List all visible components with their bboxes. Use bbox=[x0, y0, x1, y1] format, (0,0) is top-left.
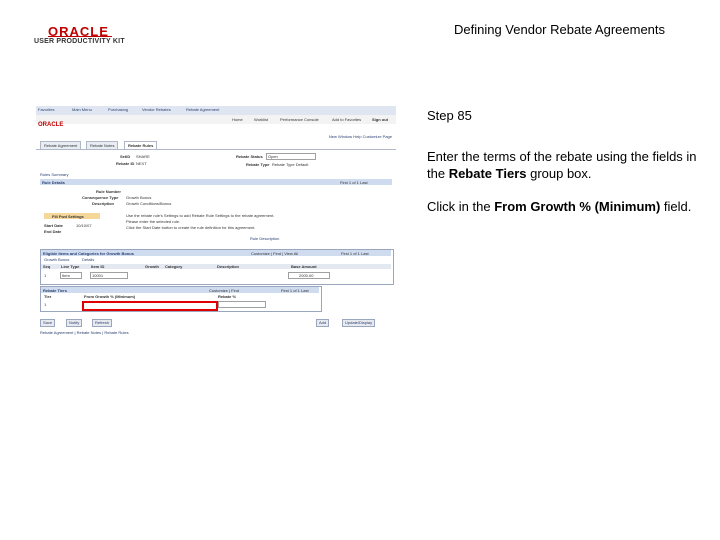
application-screenshot: Favorites Main Menu Purchasing Vendor Re… bbox=[36, 106, 396, 346]
nav-purchasing[interactable]: Purchasing bbox=[108, 107, 128, 112]
logo-divider bbox=[48, 36, 112, 37]
rebate-pct-input[interactable] bbox=[218, 301, 266, 308]
row-seq: 1 bbox=[44, 273, 47, 278]
app-logo: ORACLE bbox=[38, 122, 64, 128]
col-line-type: Line Type bbox=[61, 264, 80, 269]
document-title: Defining Vendor Rebate Agreements bbox=[454, 22, 666, 37]
rebate-tiers-find[interactable]: Customize | Find bbox=[209, 288, 239, 293]
rebate-tiers-title-bar: Rebate Tiers Customize | Find First 1 of… bbox=[41, 287, 319, 293]
rules-summary-link[interactable]: Rules Summary bbox=[40, 172, 68, 177]
start-date-value: 10/10/07 bbox=[76, 223, 92, 228]
row-item-id-input[interactable]: 10001 bbox=[90, 272, 128, 279]
update-display-button[interactable]: Update/Display bbox=[342, 319, 376, 327]
rule-details-bar: Rule Details First 1 of 1 Last bbox=[40, 179, 392, 185]
link-sign-out[interactable]: Sign out bbox=[372, 117, 388, 122]
eligible-items-find[interactable]: Customize | Find | View All bbox=[251, 251, 298, 256]
setid-value: SHARE bbox=[136, 154, 150, 159]
consequence-label: Consequence Type bbox=[82, 195, 119, 200]
step-number: Step 85 bbox=[427, 108, 472, 123]
save-button[interactable]: Save bbox=[40, 319, 56, 327]
rebate-status-select[interactable]: Open bbox=[266, 153, 316, 160]
description-value: Growth Conditions/Bonus bbox=[126, 201, 172, 206]
nav-favorites[interactable]: Favorites bbox=[38, 107, 54, 112]
end-date-label: End Date bbox=[44, 229, 62, 234]
rule-details-pager[interactable]: First 1 of 1 Last bbox=[340, 180, 368, 185]
description-label: Description bbox=[92, 201, 115, 206]
refresh-button[interactable]: Refresh bbox=[92, 319, 113, 327]
eligible-items-title-bar: Eligible Items and Categories for Growth… bbox=[41, 250, 391, 256]
start-date-label: Start Date bbox=[44, 223, 63, 228]
logo-product: USER PRODUCTIVITY KIT bbox=[34, 38, 125, 45]
tab-divider bbox=[36, 149, 396, 150]
instruction-paragraph-2: Click in the From Growth % (Minimum) fie… bbox=[427, 199, 692, 214]
row-base-amount-input[interactable]: 2000.00 bbox=[288, 272, 330, 279]
col-base-amount: Base Amount bbox=[291, 264, 317, 269]
rule-note-1: Use the rebate rule's Settings to add Re… bbox=[126, 213, 275, 218]
col-growth: Growth bbox=[145, 264, 159, 269]
nav-main-menu[interactable]: Main Menu bbox=[72, 107, 92, 112]
rebate-type-label: Rebate Type bbox=[246, 162, 270, 167]
col-seq: Seq bbox=[43, 264, 51, 269]
tier-col-from-growth: From Growth % (Minimum) bbox=[84, 294, 136, 299]
tier-col-tier: Tier bbox=[44, 294, 52, 299]
link-home[interactable]: Home bbox=[232, 117, 243, 122]
rule-note-2: Please enter the selected rule. bbox=[126, 219, 181, 224]
nav-rebate-agreement[interactable]: Rebate Agreement bbox=[186, 107, 219, 112]
col-item-id: Item ID bbox=[91, 264, 105, 269]
consequence-value: Growth Bonus bbox=[126, 195, 152, 200]
eligible-items-header: Seq Line Type Item ID Growth Category De… bbox=[41, 264, 391, 269]
oracle-upk-logo: ORACLE USER PRODUCTIVITY KIT bbox=[34, 24, 154, 48]
tier-col-rebate-pct: Rebate % bbox=[218, 294, 237, 299]
col-category: Category bbox=[165, 264, 183, 269]
rebate-id-value: NEXT bbox=[136, 161, 147, 166]
fill-forward-button[interactable]: Fill Fwd Settings bbox=[44, 213, 100, 219]
col-description: Description bbox=[217, 264, 240, 269]
tier-row-number: 1 bbox=[44, 302, 47, 307]
breadcrumb-bar: Favorites Main Menu Purchasing Vendor Re… bbox=[36, 106, 396, 115]
rule-note-3: Click the Start Date button to create th… bbox=[126, 225, 256, 230]
from-growth-term: From Growth % (Minimum) bbox=[494, 199, 661, 214]
rule-number-label: Rule Number bbox=[96, 189, 121, 194]
setid-label: SetID bbox=[120, 154, 131, 159]
page-links[interactable]: New Window Help Customize Page bbox=[329, 134, 392, 139]
link-performance[interactable]: Performance Console bbox=[280, 117, 319, 122]
rebate-id-label: Rebate ID bbox=[116, 161, 135, 166]
nav-vendor-rebates[interactable]: Vendor Rebates bbox=[142, 107, 171, 112]
rule-description-link[interactable]: Rule Description bbox=[250, 236, 279, 241]
rebate-status-label: Rebate Status bbox=[236, 154, 263, 159]
rebate-tiers-term: Rebate Tiers bbox=[448, 166, 527, 181]
universal-nav: Home Worklist Performance Console Add to… bbox=[36, 115, 396, 124]
link-worklist[interactable]: Worklist bbox=[254, 117, 268, 122]
row-line-type-select[interactable]: Item bbox=[60, 272, 82, 279]
rebate-tiers-pager[interactable]: First 1 of 1 Last bbox=[281, 288, 309, 293]
eligible-items-title: Eligible Items and Categories for Growth… bbox=[43, 251, 134, 256]
subtab-details[interactable]: Details bbox=[82, 257, 94, 262]
instruction-paragraph-1: Enter the terms of the rebate using the … bbox=[427, 149, 697, 181]
subtab-growth-bonus[interactable]: Growth Bonus bbox=[44, 257, 69, 262]
rebate-type-value: Rebate Type Default bbox=[272, 162, 309, 167]
eligible-items-pager[interactable]: First 1 of 1 Last bbox=[341, 251, 369, 256]
rebate-tiers-title: Rebate Tiers bbox=[43, 288, 67, 293]
from-growth-min-input[interactable] bbox=[82, 301, 218, 311]
notify-button[interactable]: Notify bbox=[66, 319, 83, 327]
link-add-favorites[interactable]: Add to Favorites bbox=[332, 117, 361, 122]
add-button[interactable]: Add bbox=[316, 319, 330, 327]
rule-details-title: Rule Details bbox=[42, 180, 65, 185]
footer-links[interactable]: Rebate Agreement | Rebate Notes | Rebate… bbox=[40, 330, 129, 335]
